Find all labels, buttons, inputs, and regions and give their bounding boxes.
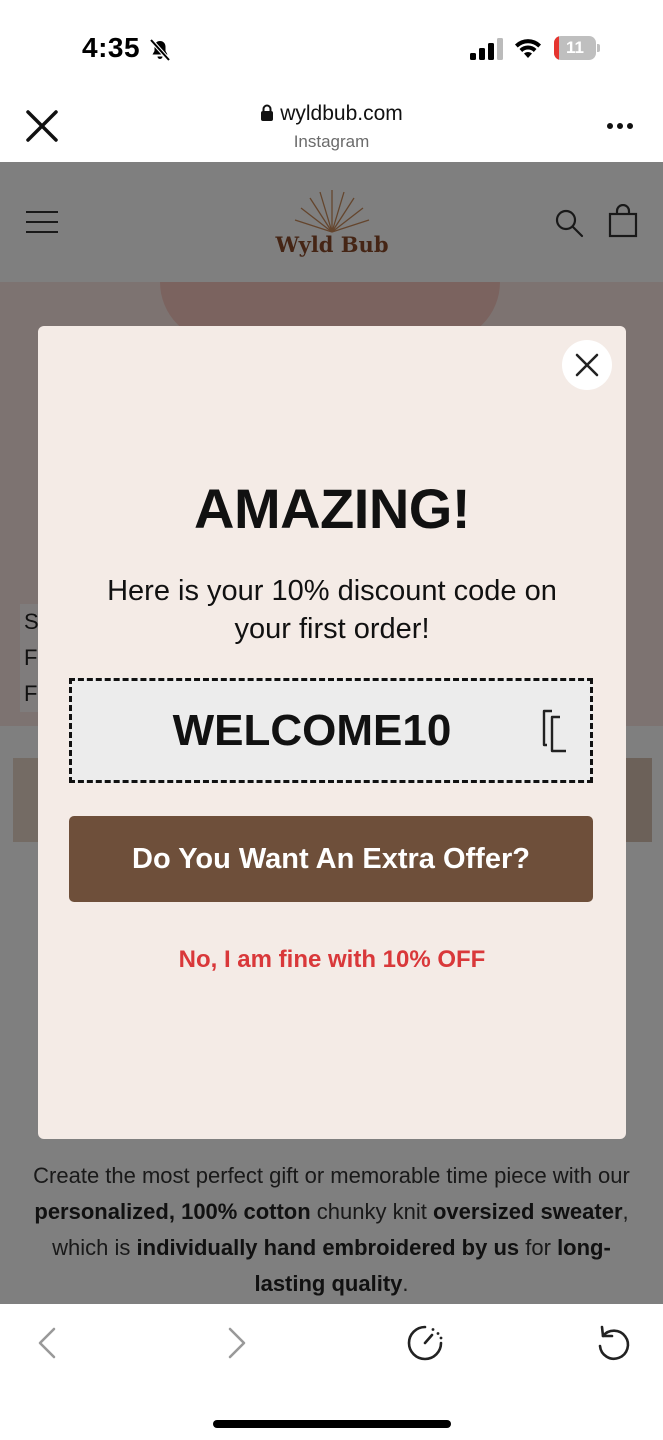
browser-toolbar [0, 1304, 663, 1440]
battery-body: 11 [554, 36, 596, 60]
bell-slash-icon [149, 38, 171, 62]
speed-icon[interactable] [406, 1324, 444, 1362]
modal-close-button[interactable] [562, 340, 612, 390]
wifi-icon [515, 39, 541, 58]
discount-modal: AMAZING! Here is your 10% discount code … [38, 326, 626, 1139]
close-icon [575, 353, 599, 377]
modal-subtitle: Here is your 10% discount code on your f… [107, 575, 557, 645]
reload-icon[interactable] [596, 1324, 632, 1362]
home-indicator[interactable] [213, 1420, 451, 1428]
more-icon[interactable] [606, 122, 634, 130]
copy-icon[interactable] [540, 709, 568, 753]
battery-percentage: 11 [566, 38, 584, 57]
battery-icon: 11 [554, 36, 600, 60]
source-app-label: Instagram [293, 132, 370, 151]
modal-title: AMAZING! [194, 477, 470, 540]
cellular-signal-icon [470, 38, 503, 60]
url-text: wyldbub.com [280, 102, 403, 125]
status-time: 4:35 [82, 32, 141, 63]
forward-icon[interactable] [224, 1326, 250, 1360]
browser-header: wyldbub.com Instagram [0, 90, 663, 162]
discount-code[interactable]: WELCOME10 [72, 681, 552, 780]
battery-nub [597, 44, 600, 52]
decline-offer-link[interactable]: No, I am fine with 10% OFF [38, 946, 626, 974]
back-icon[interactable] [34, 1326, 60, 1360]
url-bar[interactable]: wyldbub.com [0, 102, 663, 126]
discount-code-box[interactable]: WELCOME10 [69, 678, 593, 783]
status-bar: 4:35 11 [0, 0, 663, 90]
lock-icon [261, 104, 274, 121]
extra-offer-button[interactable]: Do You Want An Extra Offer? [69, 816, 593, 902]
